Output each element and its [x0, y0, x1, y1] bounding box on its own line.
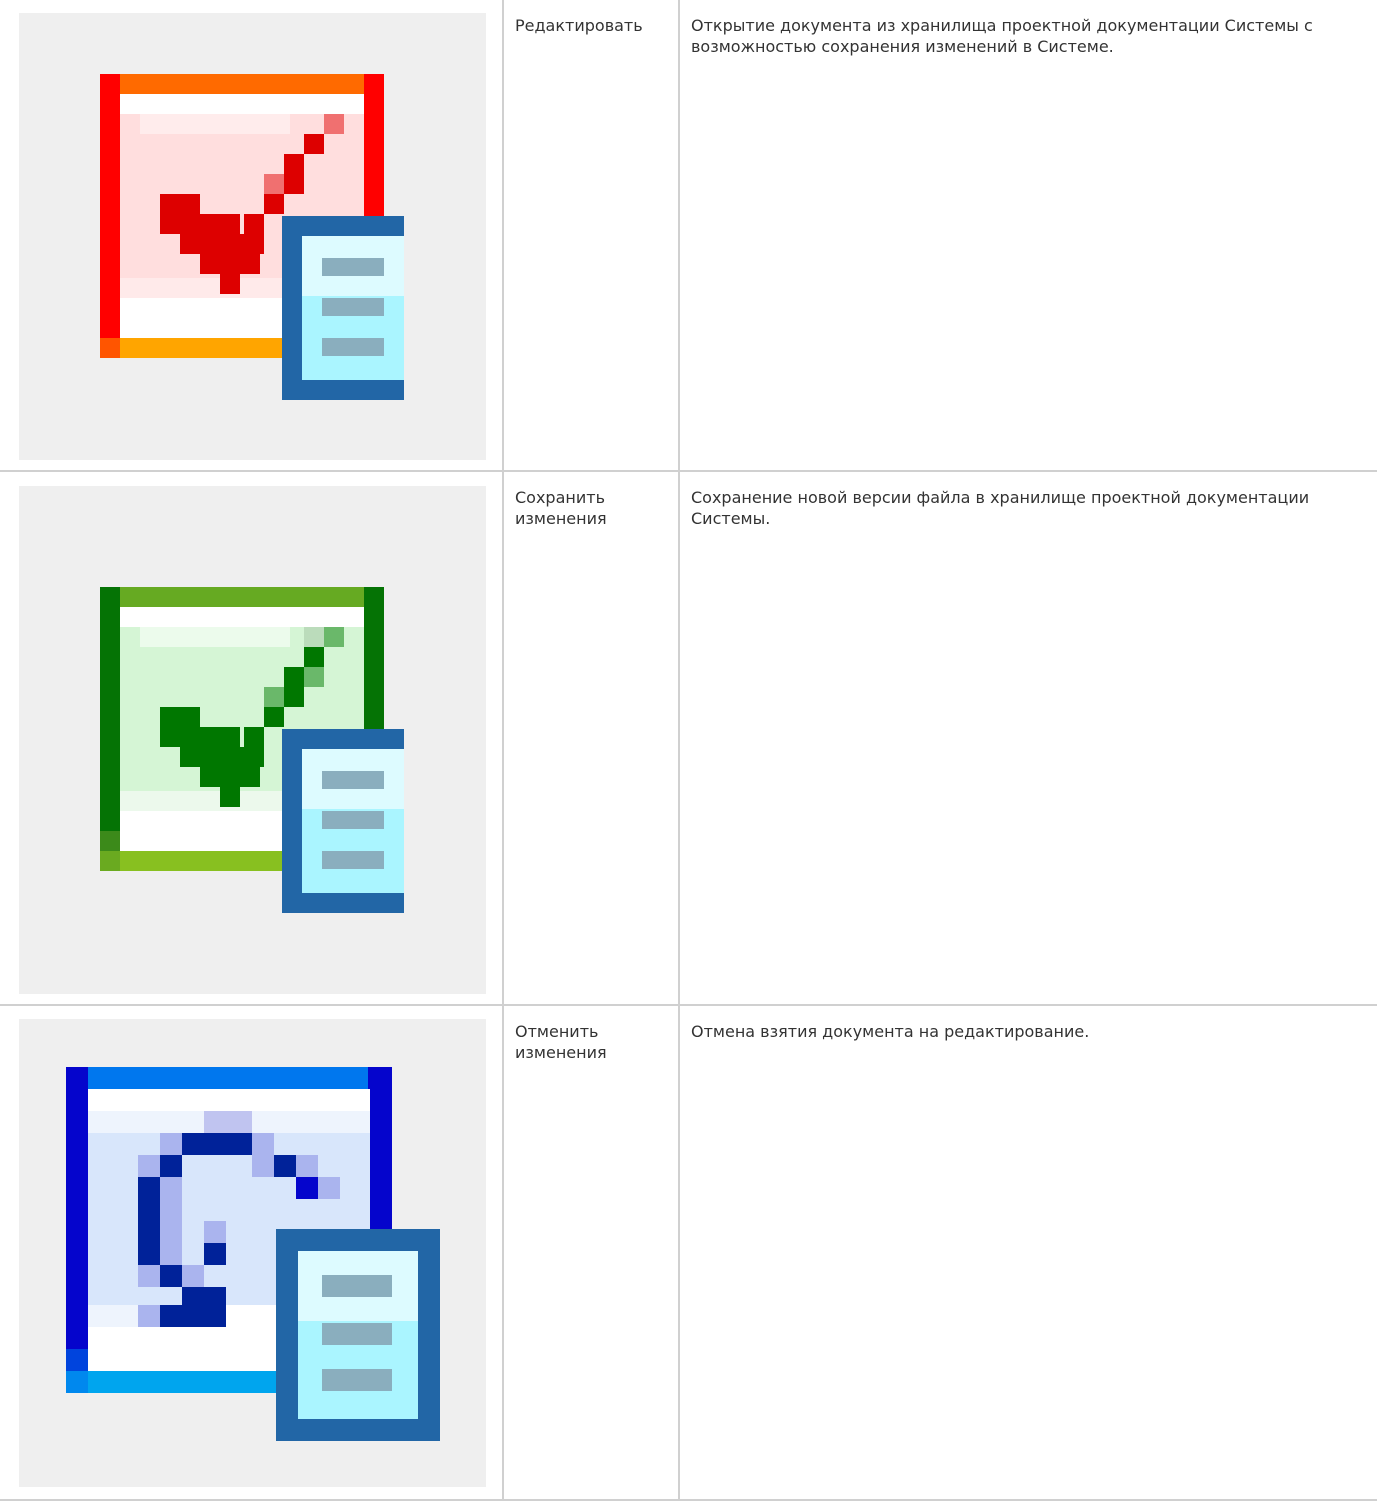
edit-document-icon [100, 74, 404, 400]
icon-cell [19, 486, 486, 994]
column-divider [502, 0, 504, 470]
table-row: Редактировать Открытие документа из хран… [0, 0, 1377, 472]
icon-cell [19, 13, 486, 460]
column-divider [678, 0, 680, 470]
action-description: Открытие документа из хранилища проектно… [691, 16, 1313, 56]
column-divider [502, 1006, 504, 1499]
undo-document-icon [66, 1067, 440, 1441]
column-divider [502, 472, 504, 1004]
action-name: Отменить изменения [515, 1022, 607, 1062]
column-divider [678, 1006, 680, 1499]
icon-cell [19, 1019, 486, 1487]
table-row: Отменить изменения Отмена взятия докумен… [0, 1006, 1377, 1501]
action-description: Сохранение новой версии файла в хранилищ… [691, 488, 1310, 528]
actions-table: Редактировать Открытие документа из хран… [0, 0, 1377, 1501]
save-document-icon [100, 587, 404, 913]
action-name: Редактировать [515, 16, 643, 35]
column-divider [678, 472, 680, 1004]
table-row: Сохранить изменения Сохранение новой вер… [0, 472, 1377, 1006]
action-name: Сохранить изменения [515, 488, 607, 528]
action-description: Отмена взятия документа на редактировани… [691, 1022, 1090, 1041]
